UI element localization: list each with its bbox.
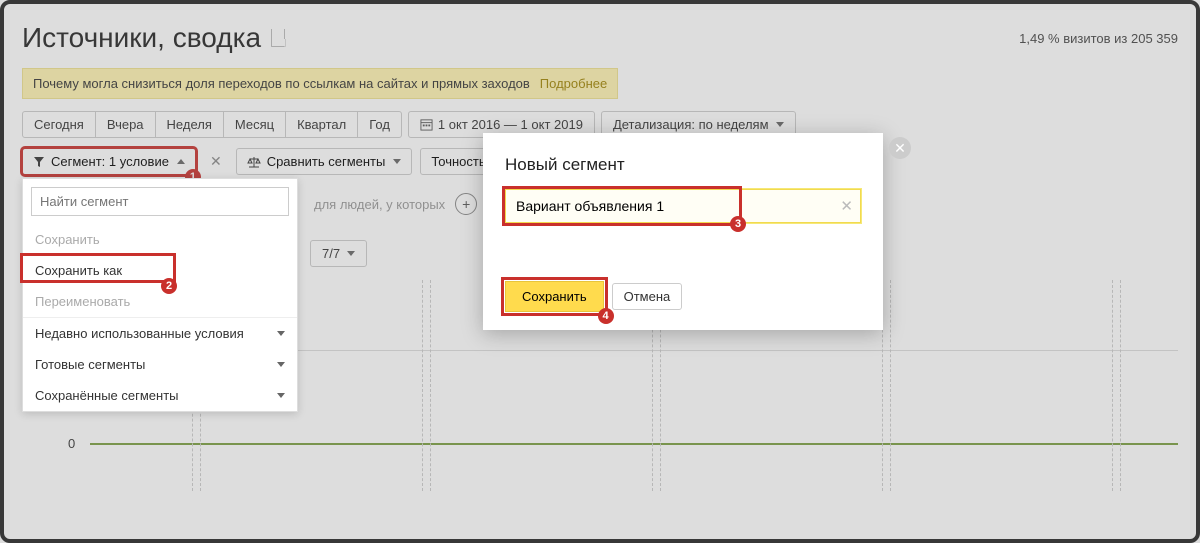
input-clear-icon[interactable]: ✕ (840, 197, 853, 215)
chart-vgrid (890, 280, 891, 491)
save-button-wrap: Сохранить 4 (505, 281, 604, 312)
notice-more-link[interactable]: Подробнее (540, 76, 607, 91)
chart-vgrid (422, 280, 423, 491)
period-quarter[interactable]: Квартал (285, 111, 358, 138)
period-yesterday[interactable]: Вчера (95, 111, 156, 138)
marker-4: 4 (598, 308, 614, 324)
chevron-down-icon (347, 251, 355, 256)
chevron-down-icon (277, 331, 285, 336)
menu-ready-label: Готовые сегменты (35, 357, 145, 372)
chevron-down-icon (393, 159, 401, 164)
chart-vgrid (430, 280, 431, 491)
segment-name-input[interactable] (505, 189, 861, 223)
count-selector[interactable]: 7/7 (310, 240, 367, 267)
compare-segments-button[interactable]: Сравнить сегменты (236, 148, 413, 175)
notice-banner: Почему могла снизиться доля переходов по… (22, 68, 618, 99)
page-title: Источники, сводка (22, 22, 261, 54)
period-month[interactable]: Месяц (223, 111, 286, 138)
period-week[interactable]: Неделя (155, 111, 224, 138)
segment-button[interactable]: Сегмент: 1 условие (22, 148, 196, 175)
period-year[interactable]: Год (357, 111, 402, 138)
notice-text: Почему могла снизиться доля переходов по… (33, 76, 530, 91)
marker-3: 3 (730, 216, 746, 232)
chart-vgrid (1112, 280, 1113, 491)
modal-input-wrap: ✕ 3 (505, 189, 861, 223)
segment-label: Сегмент: 1 условие (51, 154, 169, 169)
count-selector-wrap: 7/7 (310, 240, 367, 267)
prompt-prefix: для людей, у которых (314, 197, 445, 212)
period-today[interactable]: Сегодня (22, 111, 96, 138)
detail-text: Детализация: по неделям (613, 117, 769, 132)
segment-search-wrap (23, 179, 297, 224)
menu-recent[interactable]: Недавно использованные условия (23, 318, 297, 349)
menu-saved[interactable]: Сохранённые сегменты (23, 380, 297, 411)
filter-icon (33, 156, 45, 168)
scales-icon (247, 156, 261, 168)
modal-actions: Сохранить 4 Отмена (505, 281, 861, 312)
modal-cancel-button[interactable]: Отмена (612, 283, 683, 310)
menu-recent-label: Недавно использованные условия (35, 326, 244, 341)
chevron-down-icon (277, 393, 285, 398)
visits-stat: 1,49 % визитов из 205 359 (1019, 31, 1178, 46)
header-row: Источники, сводка 1,49 % визитов из 205 … (22, 22, 1178, 54)
period-buttons: Сегодня Вчера Неделя Месяц Квартал Год (22, 111, 402, 138)
clear-segment-icon[interactable]: ✕ (204, 150, 228, 173)
menu-save-as-label: Сохранить как (35, 263, 122, 278)
segment-dropdown: Сохранить Сохранить как 2 Переименовать … (22, 178, 298, 412)
chevron-down-icon (277, 362, 285, 367)
chevron-down-icon (776, 122, 784, 127)
calendar-icon (420, 118, 433, 131)
highlight-box-4 (501, 277, 608, 316)
menu-rename[interactable]: Переименовать (23, 286, 297, 317)
modal-close-button[interactable]: ✕ (889, 137, 911, 159)
page-title-wrap: Источники, сводка (22, 22, 285, 54)
new-segment-modal: ✕ Новый сегмент ✕ 3 Сохранить 4 Отмена (483, 133, 883, 330)
menu-save-as[interactable]: Сохранить как 2 (23, 255, 297, 286)
chart-zero-label: 0 (68, 436, 75, 451)
chevron-up-icon (177, 159, 185, 164)
bookmark-icon[interactable] (271, 29, 285, 47)
menu-ready[interactable]: Готовые сегменты (23, 349, 297, 380)
menu-save[interactable]: Сохранить (23, 224, 297, 255)
count-value: 7/7 (322, 246, 340, 261)
date-range-text: 1 окт 2016 — 1 окт 2019 (438, 117, 583, 132)
segment-search-input[interactable] (31, 187, 289, 216)
marker-2: 2 (161, 278, 177, 294)
compare-label: Сравнить сегменты (267, 154, 386, 169)
segment-button-wrap: Сегмент: 1 условие 1 (22, 148, 196, 175)
modal-title: Новый сегмент (505, 155, 861, 175)
add-condition-button[interactable]: + (455, 193, 477, 215)
chart-line (90, 443, 1178, 445)
chart-vgrid (1120, 280, 1121, 491)
menu-saved-label: Сохранённые сегменты (35, 388, 179, 403)
